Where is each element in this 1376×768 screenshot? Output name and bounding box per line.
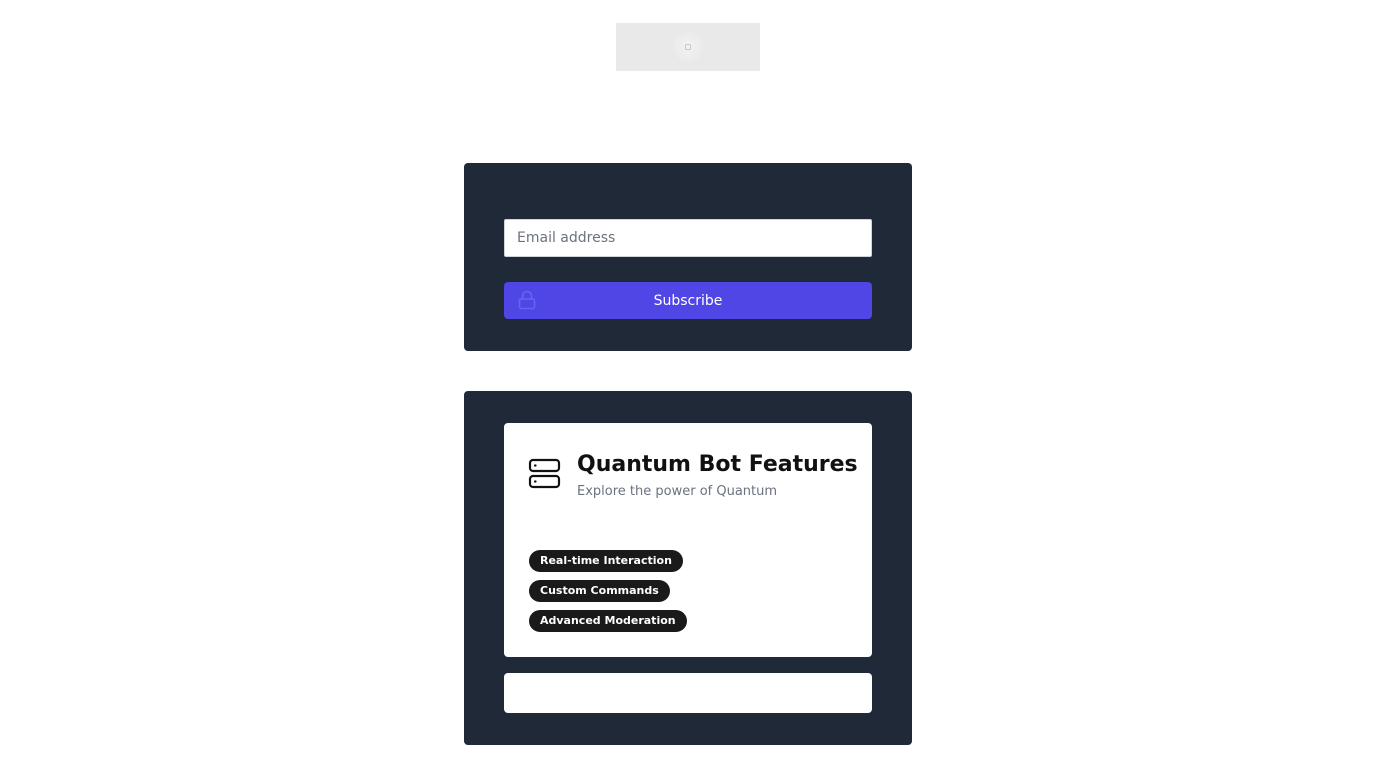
bottom-panel (504, 673, 872, 713)
logo-placeholder-icon (673, 32, 703, 62)
email-field[interactable] (504, 219, 872, 257)
feature-tag: Real-time Interaction (529, 550, 683, 572)
subscribe-button[interactable]: Subscribe (504, 282, 872, 319)
subscribe-button-label: Subscribe (653, 292, 723, 309)
lock-icon (518, 290, 536, 310)
feature-tag: Advanced Moderation (529, 610, 687, 632)
logo-placeholder (616, 23, 760, 71)
subscribe-card: Subscribe (464, 163, 912, 351)
logo-dot (685, 44, 691, 50)
feature-tag-list: Real-time Interaction Custom Commands Ad… (529, 550, 687, 632)
features-card: Quantum Bot Features Explore the power o… (464, 391, 912, 745)
page: Subscribe Quantum Bot Features Explore t… (0, 0, 1376, 768)
features-panel: Quantum Bot Features Explore the power o… (504, 423, 872, 657)
feature-tag: Custom Commands (529, 580, 670, 602)
server-icon (528, 458, 561, 489)
features-title: Quantum Bot Features (577, 452, 858, 477)
features-subtitle: Explore the power of Quantum (577, 484, 778, 499)
